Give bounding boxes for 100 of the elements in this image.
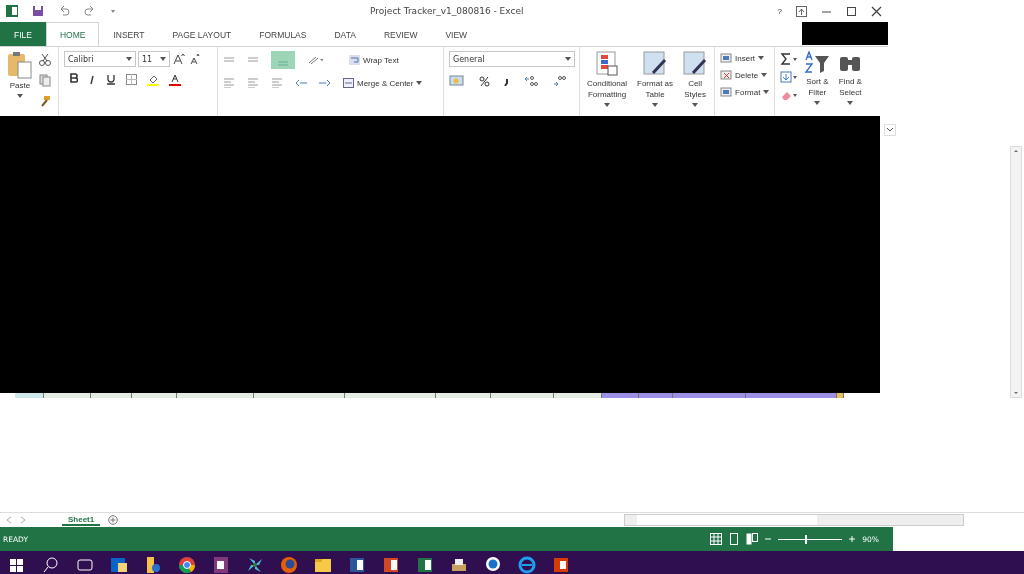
search-icon[interactable] (42, 556, 60, 574)
word-app-icon[interactable] (348, 556, 366, 574)
normal-view-icon[interactable] (710, 533, 723, 545)
format-as-table-button[interactable]: Format as Table (635, 51, 676, 112)
caret-icon (652, 102, 659, 107)
mail-app-icon[interactable] (110, 556, 128, 574)
scroll-up-icon[interactable] (1012, 147, 1020, 155)
format-painter-icon[interactable] (39, 95, 51, 107)
help-button[interactable]: ? (777, 6, 782, 16)
sort-filter-button[interactable]: Sort & Filter (802, 51, 833, 112)
shrink-font-icon[interactable] (188, 53, 202, 65)
page-break-view-icon[interactable] (746, 533, 759, 545)
ribbon-tab[interactable]: HOME (45, 22, 100, 46)
format-button[interactable]: Format (720, 86, 770, 98)
scroll-down-icon[interactable] (1012, 389, 1020, 397)
colored-grid-icon (595, 51, 619, 77)
spreadsheet-app-icon[interactable] (416, 556, 434, 574)
windows-icon[interactable] (8, 556, 26, 574)
redo-icon[interactable] (84, 5, 96, 17)
customize-caret-icon[interactable] (110, 8, 116, 14)
fill-down-icon[interactable] (780, 71, 799, 83)
page-layout-view-icon[interactable] (728, 533, 741, 545)
underline-icon[interactable] (106, 74, 116, 85)
grow-font-icon[interactable] (172, 53, 186, 65)
caret-icon (847, 100, 854, 105)
ribbon-tab[interactable]: PAGE LAYOUT (158, 22, 246, 46)
insert-rows-icon (720, 52, 733, 64)
collapse-ribbon-icon[interactable] (884, 124, 896, 136)
font-size-field[interactable]: 11 (138, 51, 170, 67)
task-view-icon[interactable] (76, 556, 94, 574)
zoom-in-icon[interactable] (848, 535, 857, 543)
printer-icon[interactable] (450, 556, 468, 574)
folder-user-icon[interactable] (144, 556, 162, 574)
italic-icon[interactable] (88, 74, 96, 85)
caret-icon (814, 100, 821, 105)
bold-b-icon[interactable] (70, 73, 78, 83)
delete-rows-icon (720, 69, 733, 81)
zoom-slider-thumb[interactable] (805, 534, 808, 544)
office-app-icon[interactable] (552, 556, 570, 574)
cut-icon[interactable] (39, 53, 51, 66)
decrease-decimal-icon[interactable] (552, 75, 566, 87)
number-format-field[interactable]: General (449, 51, 575, 67)
increase-indent-icon[interactable] (319, 78, 331, 88)
table-brush-icon (683, 51, 708, 77)
sheet-tab[interactable]: Sheet1 (62, 514, 101, 526)
paste-button[interactable]: Paste (5, 51, 35, 112)
folder-icon[interactable] (314, 556, 332, 574)
slides-app-icon[interactable] (382, 556, 400, 574)
save-icon[interactable] (32, 5, 44, 17)
chat-bubble-icon[interactable] (484, 556, 502, 574)
autosum-icon[interactable] (780, 53, 799, 65)
eraser-icon[interactable] (780, 89, 799, 101)
cell-styles-button[interactable]: Cell Styles (681, 51, 710, 112)
notebook-app-icon[interactable] (212, 556, 230, 574)
orientation-icon[interactable] (307, 55, 323, 65)
close-icon[interactable] (871, 5, 882, 17)
fill-color-icon[interactable] (147, 73, 159, 86)
caret-icon (565, 57, 571, 61)
wrap-text-button[interactable]: Wrap Text (349, 55, 399, 65)
zoom-out-icon[interactable] (764, 535, 773, 543)
firefox-icon[interactable] (280, 556, 298, 574)
pinwheel-icon[interactable] (246, 556, 264, 574)
caret-icon (604, 102, 610, 107)
comma-style-icon[interactable] (504, 76, 510, 86)
table-brush-icon (643, 51, 668, 77)
conditional-formatting-button[interactable]: Conditional Formatting (585, 51, 630, 112)
wrap-text-icon (349, 55, 360, 65)
maximize-icon[interactable] (846, 5, 857, 17)
caret-icon (17, 93, 23, 98)
caret-icon (692, 102, 699, 107)
undo-icon[interactable] (58, 5, 70, 17)
window-title: Project Tracker_v1_080816 - Excel (369, 6, 525, 16)
copy-icon[interactable] (39, 74, 53, 87)
percent-icon[interactable] (479, 75, 490, 87)
increase-decimal-icon[interactable] (524, 75, 538, 87)
file-tab[interactable]: FILE (0, 22, 46, 46)
merge-icon (343, 78, 354, 88)
caret-icon (761, 73, 768, 77)
font-name-field[interactable]: Calibri (64, 51, 136, 67)
caret-icon (126, 57, 132, 61)
insert-button[interactable]: Insert (720, 52, 770, 64)
chrome-icon[interactable] (178, 556, 196, 574)
ribbon-tab[interactable]: REVIEW (369, 22, 432, 46)
ribbon-tab[interactable]: VIEW (431, 22, 482, 46)
browser-e-icon[interactable] (518, 556, 536, 574)
find-select-button[interactable]: Find & Select (836, 51, 865, 112)
format-cells-icon (720, 86, 733, 98)
horizontal-scrollbar[interactable] (624, 514, 964, 526)
ribbon-tab[interactable]: DATA (320, 22, 370, 46)
ribbon-tab[interactable]: INSERT (99, 22, 159, 46)
merge-center-button[interactable]: Merge & Center (343, 78, 423, 88)
decrease-indent-icon[interactable] (295, 78, 307, 88)
vertical-scrollbar[interactable] (1010, 146, 1022, 398)
add-sheet-icon[interactable] (108, 515, 119, 525)
ribbon-display-icon[interactable] (796, 5, 807, 17)
delete-button[interactable]: Delete (720, 69, 770, 81)
borders-icon[interactable] (126, 74, 137, 85)
spreadsheet-app-icon (6, 5, 18, 17)
font-color-icon[interactable] (169, 73, 181, 86)
ribbon-tab[interactable]: FORMULAS (245, 22, 321, 46)
